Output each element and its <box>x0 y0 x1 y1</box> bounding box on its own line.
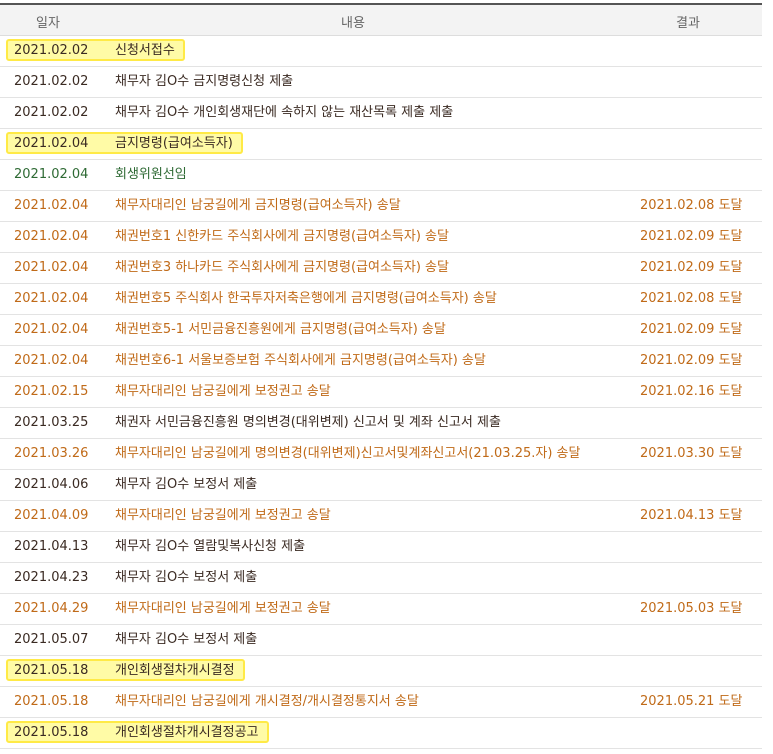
row-content: 채무자 김O수 보정서 제출 <box>115 632 258 647</box>
row-content: 채권번호3 하나카드 주식회사에게 금지명령(급여소득자) 송달 <box>115 260 449 275</box>
table-row: 2021.02.04 채권번호5-1 서민금융진흥원에게 금지명령(급여소득자) … <box>0 315 762 346</box>
column-header-result: 결과 <box>676 16 700 31</box>
table-row: 2021.02.04 회생위원선임 <box>0 160 762 191</box>
row-date: 2021.05.18 <box>14 663 89 678</box>
row-content: 채권번호5-1 서민금융진흥원에게 금지명령(급여소득자) 송달 <box>115 322 446 337</box>
row-date: 2021.02.04 <box>14 260 89 275</box>
table-row: 2021.03.25 채권자 서민금융진흥원 명의변경(대위변제) 신고서 및 계… <box>0 408 762 439</box>
table-row: 2021.04.23 채무자 김O수 보정서 제출 <box>0 563 762 594</box>
column-header-content: 내용 <box>341 16 365 31</box>
table-row: 2021.02.02 채무자 김O수 개인회생재단에 속하지 않는 재산목록 제출… <box>0 98 762 129</box>
row-content: 신청서접수 <box>115 43 175 58</box>
row-date: 2021.02.04 <box>14 322 89 337</box>
row-result: 2021.04.13 도달 <box>640 508 743 523</box>
table-row: 2021.05.18 개인회생절차개시결정공고 <box>0 718 762 749</box>
table-row: 2021.04.29 채무자대리인 남궁길에게 보정권고 송달 2021.05.03… <box>0 594 762 625</box>
row-date: 2021.04.23 <box>14 570 89 585</box>
table-row: 2021.02.02 채무자 김O수 금지명령신청 제출 <box>0 67 762 98</box>
row-result: 2021.03.30 도달 <box>640 446 743 461</box>
row-content: 금지명령(급여소득자) <box>115 136 233 151</box>
row-date: 2021.04.09 <box>14 508 89 523</box>
row-date: 2021.04.06 <box>14 477 89 492</box>
table-row: 2021.03.26 채무자대리인 남궁길에게 명의변경(대위변제)신고서및계좌신… <box>0 439 762 470</box>
row-date: 2021.02.04 <box>14 136 89 151</box>
row-result: 2021.02.09 도달 <box>640 322 743 337</box>
row-content: 채무자대리인 남궁길에게 보정권고 송달 <box>115 384 331 399</box>
row-content: 회생위원선임 <box>115 167 187 182</box>
table-row: 2021.05.07 채무자 김O수 보정서 제출 <box>0 625 762 656</box>
row-date: 2021.05.07 <box>14 632 89 647</box>
row-date: 2021.03.25 <box>14 415 89 430</box>
row-date: 2021.03.26 <box>14 446 89 461</box>
row-result: 2021.02.08 도달 <box>640 291 743 306</box>
row-content: 채무자대리인 남궁길에게 금지명령(급여소득자) 송달 <box>115 198 401 213</box>
table-row: 2021.02.04 채권번호6-1 서울보증보험 주식회사에게 금지명령(급여소… <box>0 346 762 377</box>
row-result: 2021.02.08 도달 <box>640 198 743 213</box>
table-row: 2021.02.04 채무자대리인 남궁길에게 금지명령(급여소득자) 송달 202… <box>0 191 762 222</box>
column-header-date: 일자 <box>36 16 60 31</box>
row-content: 채무자대리인 남궁길에게 보정권고 송달 <box>115 601 331 616</box>
row-date: 2021.05.18 <box>14 694 89 709</box>
row-content: 채권번호6-1 서울보증보험 주식회사에게 금지명령(급여소득자) 송달 <box>115 353 486 368</box>
row-content: 개인회생절차개시결정 <box>115 663 235 678</box>
row-content: 개인회생절차개시결정공고 <box>115 725 259 740</box>
row-result: 2021.02.09 도달 <box>640 260 743 275</box>
row-date: 2021.04.13 <box>14 539 89 554</box>
row-result: 2021.05.21 도달 <box>640 694 743 709</box>
table-row: 2021.05.18 채무자대리인 남궁길에게 개시결정/개시결정통지서 송달 20… <box>0 687 762 718</box>
row-date: 2021.02.04 <box>14 353 89 368</box>
row-content: 채무자 김O수 보정서 제출 <box>115 477 258 492</box>
row-date: 2021.04.29 <box>14 601 89 616</box>
row-content: 채무자대리인 남궁길에게 개시결정/개시결정통지서 송달 <box>115 694 419 709</box>
row-result: 2021.02.09 도달 <box>640 353 743 368</box>
table-row: 2021.02.04 채권번호3 하나카드 주식회사에게 금지명령(급여소득자) … <box>0 253 762 284</box>
table-row: 2021.04.13 채무자 김O수 열람및복사신청 제출 <box>0 532 762 563</box>
row-result: 2021.02.09 도달 <box>640 229 743 244</box>
row-content: 채무자 김O수 열람및복사신청 제출 <box>115 539 306 554</box>
row-content: 채권번호1 신한카드 주식회사에게 금지명령(급여소득자) 송달 <box>115 229 449 244</box>
row-date: 2021.02.02 <box>14 43 89 58</box>
row-result: 2021.02.16 도달 <box>640 384 743 399</box>
row-content: 채무자 김O수 보정서 제출 <box>115 570 258 585</box>
table-body: 2021.02.02 신청서접수 2021.02.02 채무자 김O수 금지명령신청 … <box>0 36 762 749</box>
row-date: 2021.02.04 <box>14 198 89 213</box>
table-row: 2021.02.04 채권번호5 주식회사 한국투자저축은행에게 금지명령(급여소… <box>0 284 762 315</box>
row-date: 2021.05.18 <box>14 725 89 740</box>
row-content: 채무자 김O수 개인회생재단에 속하지 않는 재산목록 제출 제출 <box>115 105 454 120</box>
table-row: 2021.02.02 신청서접수 <box>0 36 762 67</box>
row-date: 2021.02.02 <box>14 105 89 120</box>
row-date: 2021.02.04 <box>14 229 89 244</box>
table-row: 2021.04.06 채무자 김O수 보정서 제출 <box>0 470 762 501</box>
table-row: 2021.04.09 채무자대리인 남궁길에게 보정권고 송달 2021.04.13… <box>0 501 762 532</box>
row-content: 채권번호5 주식회사 한국투자저축은행에게 금지명령(급여소득자) 송달 <box>115 291 497 306</box>
table-row: 2021.02.15 채무자대리인 남궁길에게 보정권고 송달 2021.02.16… <box>0 377 762 408</box>
row-content: 채무자 김O수 금지명령신청 제출 <box>115 74 294 89</box>
case-history-table: 일자 내용 결과 2021.02.02 신청서접수 2021.02.02 채무자 김O… <box>0 0 762 754</box>
row-result: 2021.05.03 도달 <box>640 601 743 616</box>
table-row: 2021.02.04 금지명령(급여소득자) <box>0 129 762 160</box>
row-content: 채무자대리인 남궁길에게 명의변경(대위변제)신고서및계좌신고서(21.03.2… <box>115 446 581 461</box>
table-row: 2021.02.04 채권번호1 신한카드 주식회사에게 금지명령(급여소득자) … <box>0 222 762 253</box>
row-content: 채무자대리인 남궁길에게 보정권고 송달 <box>115 508 331 523</box>
row-date: 2021.02.04 <box>14 167 89 182</box>
table-row: 2021.05.18 개인회생절차개시결정 <box>0 656 762 687</box>
table-header: 일자 내용 결과 <box>0 5 762 36</box>
row-date: 2021.02.15 <box>14 384 89 399</box>
row-date: 2021.02.04 <box>14 291 89 306</box>
row-content: 채권자 서민금융진흥원 명의변경(대위변제) 신고서 및 계좌 신고서 제출 <box>115 415 501 430</box>
row-date: 2021.02.02 <box>14 74 89 89</box>
